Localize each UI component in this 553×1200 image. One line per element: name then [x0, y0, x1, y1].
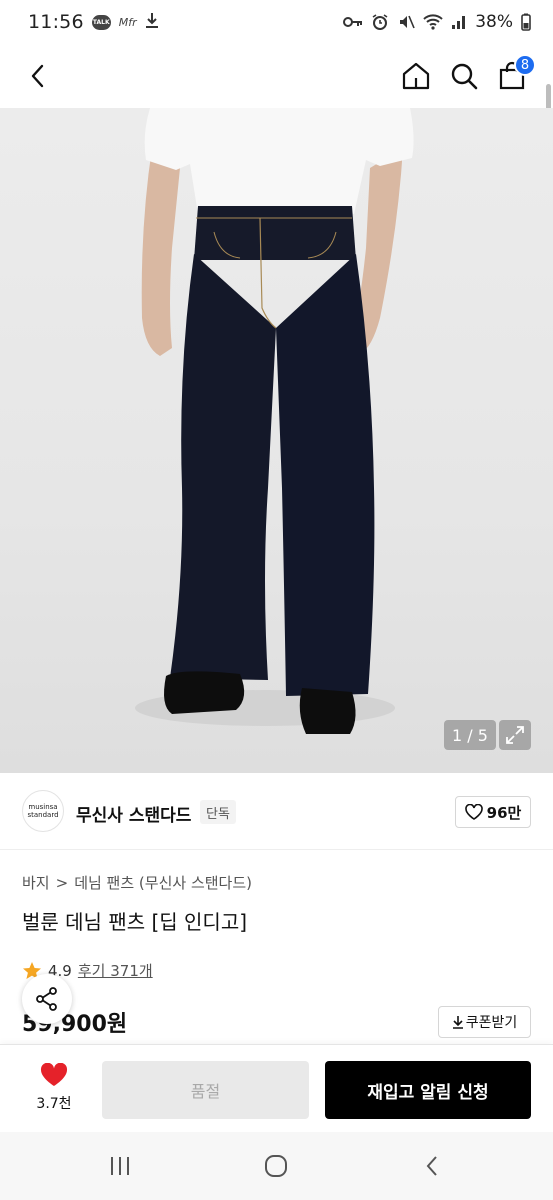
product-photo-jeans [135, 108, 414, 734]
brand-name[interactable]: 무신사 스탠다드 [76, 801, 191, 826]
brand-logo-line1: musinsa [28, 803, 58, 811]
signal-icon [451, 14, 467, 30]
wifi-icon [423, 14, 443, 30]
search-button[interactable] [444, 56, 484, 96]
product-image[interactable] [0, 108, 553, 773]
download-arrow-icon [452, 1016, 463, 1029]
battery-level: 38% [475, 12, 513, 32]
wishlist-count: 3.7천 [36, 1096, 72, 1112]
brand-row: musinsa standard 무신사 스탠다드 단독 96만 [0, 774, 553, 850]
coupon-download-button[interactable]: 쿠폰받기 [438, 1006, 531, 1038]
app-notification-icon: Mfr [118, 15, 137, 29]
home-circle-icon [265, 1155, 287, 1177]
exclusive-badge: 단독 [200, 800, 236, 824]
like-count: 96만 [486, 803, 522, 822]
breadcrumb-subcategory[interactable]: 데님 팬츠 (무신사 스탠다드) [74, 872, 252, 893]
back-button[interactable] [18, 56, 58, 96]
heart-filled-icon [40, 1063, 68, 1086]
top-navigation: 8 [0, 44, 553, 148]
bottom-action-bar: 3.7천 품절 재입고 알림 신청 [0, 1044, 553, 1132]
status-bar: 11:56 TALK Mfr 38% [0, 0, 553, 44]
brand-logo[interactable]: musinsa standard [22, 790, 64, 832]
coupon-label: 쿠폰받기 [465, 1015, 518, 1031]
home-button[interactable] [396, 56, 436, 96]
wishlist-button[interactable]: 3.7천 [22, 1063, 86, 1113]
review-count-link[interactable]: 후기 371개 [78, 960, 153, 981]
status-time: 11:56 [28, 11, 84, 33]
breadcrumb-separator: > [55, 873, 69, 892]
chevron-left-icon [31, 64, 44, 88]
recent-apps-button[interactable] [100, 1148, 140, 1184]
share-button[interactable] [22, 974, 72, 1024]
system-back-button[interactable] [412, 1148, 452, 1184]
brand-logo-line2: standard [27, 811, 59, 819]
breadcrumb-category[interactable]: 바지 [22, 872, 50, 893]
battery-icon [521, 13, 531, 31]
product-title: 벌룬 데님 팬츠 [딥 인디고] [22, 910, 248, 934]
cart-button[interactable]: 8 [492, 54, 536, 96]
system-navigation-bar [0, 1132, 553, 1200]
search-icon [451, 63, 478, 90]
download-icon [145, 12, 159, 33]
key-icon [343, 15, 363, 29]
home-icon [402, 62, 430, 90]
breadcrumb: 바지 > 데님 팬츠 (무신사 스탠다드) [22, 872, 252, 893]
mute-icon [397, 13, 415, 31]
image-counter: 1 / 5 [444, 720, 496, 750]
kakaotalk-notification-icon: TALK [91, 14, 111, 30]
share-icon [36, 987, 57, 1011]
heart-outline-icon [464, 804, 483, 820]
alarm-icon [371, 13, 389, 31]
home-system-button[interactable] [256, 1148, 296, 1184]
expand-image-button[interactable] [499, 720, 531, 750]
like-button[interactable]: 96만 [455, 796, 531, 828]
expand-icon [506, 726, 524, 744]
soldout-button[interactable]: 품절 [102, 1061, 309, 1119]
back-chevron-icon [426, 1156, 437, 1176]
recent-apps-icon [111, 1157, 129, 1175]
cart-count-badge: 8 [514, 54, 536, 76]
restock-alert-button[interactable]: 재입고 알림 신청 [325, 1061, 531, 1119]
